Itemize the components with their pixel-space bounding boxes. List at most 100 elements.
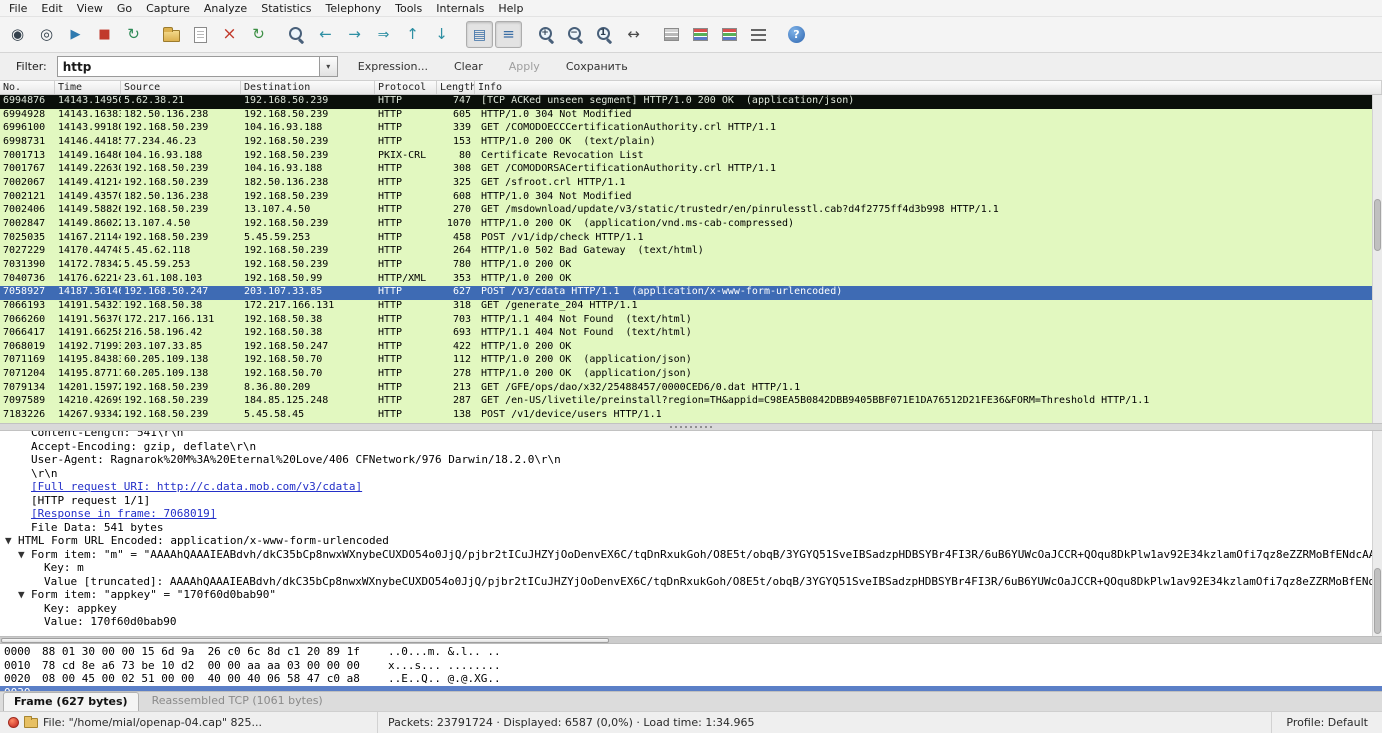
- column-header-length[interactable]: Length: [437, 81, 475, 94]
- tab-frame[interactable]: Frame (627 bytes): [3, 692, 139, 711]
- go-back-button[interactable]: ←: [312, 21, 339, 48]
- packet-row[interactable]: 709758914210.42699(192.168.50.239184.85.…: [0, 395, 1382, 409]
- column-header-info[interactable]: Info: [475, 81, 1382, 94]
- detail-line[interactable]: ▼Form item: "m" = "AAAAhQAAAIEABdvh/dkC3…: [0, 548, 1382, 562]
- detail-line[interactable]: [Full request URI: http://c.data.mob.com…: [0, 480, 1382, 494]
- expert-info-icon[interactable]: [8, 717, 19, 728]
- menu-help[interactable]: Help: [491, 0, 530, 17]
- column-header-no[interactable]: No.: [0, 81, 55, 94]
- menu-capture[interactable]: Capture: [139, 0, 197, 17]
- capture-filter-button[interactable]: [658, 21, 685, 48]
- menu-internals[interactable]: Internals: [429, 0, 491, 17]
- help-button[interactable]: ?: [783, 21, 810, 48]
- detail-line[interactable]: Accept-Encoding: gzip, deflate\r\n: [0, 440, 1382, 454]
- list-interfaces-button[interactable]: ◉: [4, 21, 31, 48]
- packet-row[interactable]: 700212114149.43570(182.50.136.238192.168…: [0, 191, 1382, 205]
- restart-capture-button[interactable]: ↻: [120, 21, 147, 48]
- packet-row[interactable]: 706641714191.66258(216.58.196.42192.168.…: [0, 327, 1382, 341]
- zoom-100-button[interactable]: 1: [591, 21, 618, 48]
- packet-row[interactable]: 706626014191.56370(172.217.166.131192.16…: [0, 314, 1382, 328]
- column-header-protocol[interactable]: Protocol: [375, 81, 437, 94]
- packet-row[interactable]: 706801914192.71993:203.107.33.85192.168.…: [0, 341, 1382, 355]
- hex-row[interactable]: 0030: [0, 686, 1382, 692]
- detail-link[interactable]: [Response in frame: 7068019]: [31, 507, 216, 520]
- detail-line[interactable]: File Data: 541 bytes: [0, 521, 1382, 535]
- zoom-out-button[interactable]: −: [562, 21, 589, 48]
- go-to-bottom-button[interactable]: ↓: [428, 21, 455, 48]
- detail-line[interactable]: Value [truncated]: AAAAhQAAAIEABdvh/dkC3…: [0, 575, 1382, 589]
- close-file-button[interactable]: ×: [216, 21, 243, 48]
- expander-icon[interactable]: ▼: [18, 548, 31, 562]
- packet-row[interactable]: 699610014143.99180(192.168.50.239104.16.…: [0, 122, 1382, 136]
- go-forward-button[interactable]: →: [341, 21, 368, 48]
- column-header-destination[interactable]: Destination: [241, 81, 375, 94]
- packet-row[interactable]: 707913414201.15972(192.168.50.2398.36.80…: [0, 382, 1382, 396]
- menu-statistics[interactable]: Statistics: [254, 0, 318, 17]
- column-header-time[interactable]: Time: [55, 81, 121, 94]
- detail-line[interactable]: ▼HTML Form URL Encoded: application/x-ww…: [0, 534, 1382, 548]
- menu-file[interactable]: File: [2, 0, 34, 17]
- resize-columns-button[interactable]: ↔: [620, 21, 647, 48]
- details-horizontal-scrollbar[interactable]: [0, 636, 1382, 644]
- packet-row[interactable]: 706619314191.54321(192.168.50.38172.217.…: [0, 300, 1382, 314]
- packet-row[interactable]: 702722914170.44748(5.45.62.118192.168.50…: [0, 245, 1382, 259]
- scrollbar-thumb[interactable]: [1374, 199, 1381, 251]
- filter-label-button[interactable]: Filter:: [8, 57, 55, 76]
- start-capture-button[interactable]: ▶: [62, 21, 89, 48]
- packet-row[interactable]: 705892714187.36146(192.168.50.247203.107…: [0, 286, 1382, 300]
- go-to-top-button[interactable]: ↑: [399, 21, 426, 48]
- menu-edit[interactable]: Edit: [34, 0, 69, 17]
- menu-analyze[interactable]: Analyze: [197, 0, 254, 17]
- display-filter-button[interactable]: [687, 21, 714, 48]
- expander-icon[interactable]: ▼: [18, 588, 31, 602]
- detail-line[interactable]: Key: appkey: [0, 602, 1382, 616]
- packet-row[interactable]: 703139014172.78342(5.45.59.253192.168.50…: [0, 259, 1382, 273]
- packet-row[interactable]: 702503514167.21144(192.168.50.2395.45.59…: [0, 232, 1382, 246]
- colorize-list-toggle-button[interactable]: ▤: [466, 21, 493, 48]
- packet-row[interactable]: 699487614143.14950:5.62.38.21192.168.50.…: [0, 95, 1382, 109]
- packet-row[interactable]: 707120414195.87711(60.205.109.138192.168…: [0, 368, 1382, 382]
- menu-view[interactable]: View: [70, 0, 110, 17]
- hex-row[interactable]: 002008 00 45 00 02 51 00 00 40 00 40 06 …: [0, 672, 1382, 686]
- packet-row[interactable]: 700284714149.86022(13.107.4.50192.168.50…: [0, 218, 1382, 232]
- detail-line[interactable]: [HTTP request 1/1]: [0, 494, 1382, 508]
- packet-row[interactable]: 699873114146.44185:77.234.46.23192.168.5…: [0, 136, 1382, 150]
- filter-apply-button[interactable]: Apply: [509, 60, 540, 73]
- filter-save-button[interactable]: Сохранить: [566, 60, 628, 73]
- detail-line[interactable]: [Response in frame: 7068019]: [0, 507, 1382, 521]
- packet-row[interactable]: 699492814143.16383(182.50.136.238192.168…: [0, 109, 1382, 123]
- filter-clear-button[interactable]: Clear: [454, 60, 483, 73]
- details-scrollbar[interactable]: [1372, 431, 1382, 636]
- packet-row[interactable]: 718322614267.93342(192.168.50.2395.45.58…: [0, 409, 1382, 423]
- preferences-button[interactable]: [745, 21, 772, 48]
- scrollbar-thumb[interactable]: [1, 638, 609, 643]
- tab-reassembled-tcp[interactable]: Reassembled TCP (1061 bytes): [142, 692, 333, 711]
- go-to-packet-button[interactable]: ⇒: [370, 21, 397, 48]
- packet-row[interactable]: 700206714149.41214(192.168.50.239182.50.…: [0, 177, 1382, 191]
- expander-icon[interactable]: ▼: [5, 534, 18, 548]
- stop-capture-button[interactable]: ■: [91, 21, 118, 48]
- filter-dropdown-button[interactable]: ▾: [319, 56, 338, 77]
- detail-line[interactable]: Value: 170f60d0bab90: [0, 615, 1382, 629]
- filter-input[interactable]: http: [57, 56, 319, 77]
- find-packet-button[interactable]: [283, 21, 310, 48]
- detail-line[interactable]: ▼Form item: "appkey" = "170f60d0bab90": [0, 588, 1382, 602]
- capture-options-button[interactable]: ◎: [33, 21, 60, 48]
- scrollbar-thumb[interactable]: [1374, 568, 1381, 634]
- pane-splitter[interactable]: [0, 423, 1382, 431]
- detail-line[interactable]: Content-Length: 541\r\n: [0, 431, 1382, 440]
- packet-row[interactable]: 700240614149.58826(192.168.50.23913.107.…: [0, 204, 1382, 218]
- packet-list-scrollbar[interactable]: [1372, 95, 1382, 423]
- coloring-rules-button[interactable]: [716, 21, 743, 48]
- open-file-button[interactable]: [158, 21, 185, 48]
- packet-row[interactable]: 700176714149.22630(192.168.50.239104.16.…: [0, 163, 1382, 177]
- menu-telephony[interactable]: Telephony: [319, 0, 389, 17]
- filter-expression-button[interactable]: Expression...: [358, 60, 428, 73]
- profile-text[interactable]: Profile: Default: [1272, 716, 1382, 729]
- hex-row[interactable]: 001078 cd 8e a6 73 be 10 d2 00 00 aa aa …: [0, 659, 1382, 673]
- detail-link[interactable]: [Full request URI: http://c.data.mob.com…: [31, 480, 362, 493]
- packet-row[interactable]: 707116914195.84383(60.205.109.138192.168…: [0, 354, 1382, 368]
- detail-line[interactable]: Key: m: [0, 561, 1382, 575]
- packet-row[interactable]: 700171314149.16486(104.16.93.188192.168.…: [0, 150, 1382, 164]
- hex-row[interactable]: 000088 01 30 00 00 15 6d 9a 26 c0 6c 8d …: [0, 645, 1382, 659]
